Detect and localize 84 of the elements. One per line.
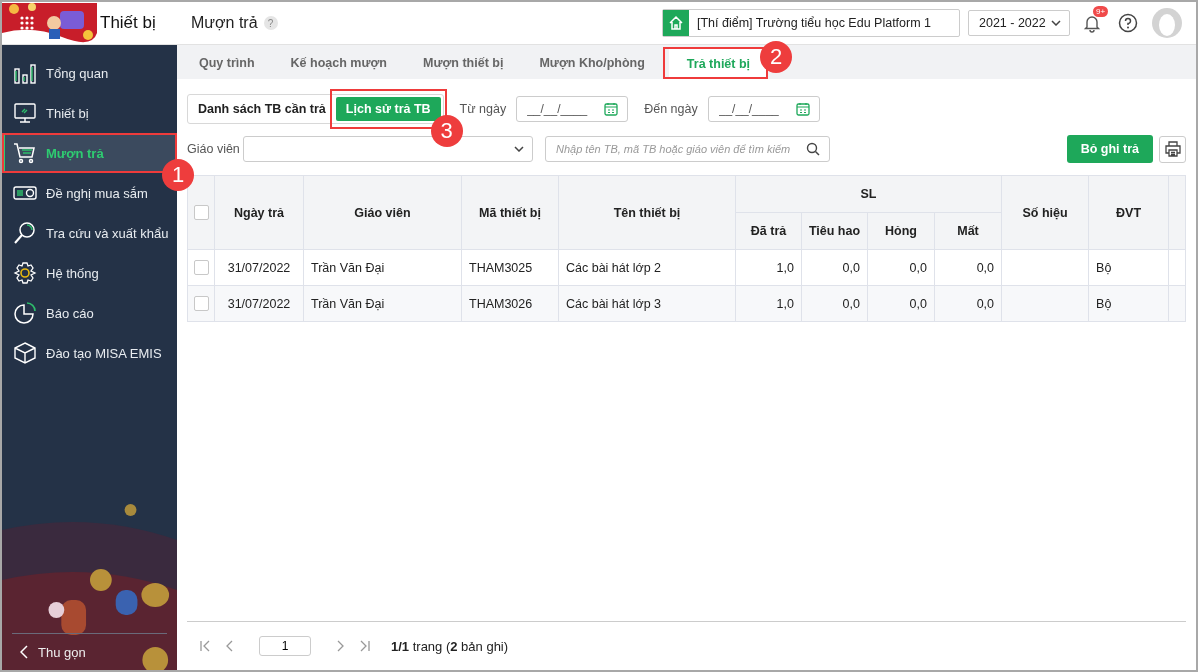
last-page-icon[interactable] — [359, 640, 371, 652]
table-cell: 1,0 — [735, 285, 802, 322]
column-header: Đã trả — [735, 212, 802, 250]
chevron-down-icon — [514, 146, 524, 152]
table-cell: 0,0 — [934, 249, 1002, 286]
step-number: 1 — [162, 159, 194, 191]
tab[interactable]: Mượn Kho/phòng — [521, 47, 663, 79]
sidebar-item[interactable]: Đào tạo MISA EMIS — [2, 333, 166, 373]
from-date-label: Từ ngày — [459, 102, 507, 116]
row-checkbox[interactable] — [193, 296, 209, 312]
column-header: Tiêu hao — [801, 212, 868, 250]
page-number-field[interactable]: 1 — [259, 636, 311, 656]
column-header: Số hiệu — [1001, 175, 1089, 250]
search-field[interactable]: Nhập tên TB, mã TB hoặc giáo viên để tìm kiếm — [545, 136, 830, 162]
school-icon — [668, 15, 684, 31]
cube-icon — [13, 341, 37, 365]
apps-grid-icon[interactable] — [19, 15, 35, 31]
teacher-select[interactable] — [243, 136, 533, 162]
bar-chart-icon — [13, 61, 37, 85]
table-cell: Các bài hát lớp 3 — [558, 285, 736, 322]
tab[interactable]: Kế hoạch mượn — [272, 47, 405, 79]
sidebar-item[interactable]: Tra cứu và xuất khẩu — [2, 213, 173, 253]
calendar-icon[interactable] — [604, 102, 619, 116]
help-icon[interactable] — [1118, 13, 1138, 33]
page-title: Mượn trả — [191, 14, 258, 32]
previous-page-icon[interactable] — [225, 640, 233, 652]
table-cell: THAM3026 — [461, 285, 559, 322]
column-header: Tên thiết bị — [558, 175, 736, 250]
to-date-field[interactable]: __/__/____ — [707, 96, 820, 122]
table-cell: 1,0 — [735, 249, 802, 286]
sidebar-item[interactable]: Báo cáo — [2, 293, 98, 333]
table-cell: Trần Văn Đại — [303, 285, 462, 322]
sidebar-item[interactable]: Hệ thống — [2, 253, 103, 293]
column-header: Hỏng — [867, 212, 935, 250]
sidebar-item[interactable]: Thiết bị — [2, 93, 93, 133]
table-cell: Bộ — [1088, 249, 1169, 286]
view-toggle-button[interactable]: Danh sách TB cần trả — [198, 97, 336, 121]
table-cell: 0,0 — [801, 285, 868, 322]
tab[interactable]: Quy trình — [181, 47, 273, 79]
bell-icon[interactable] — [1082, 13, 1102, 33]
to-date-label: Đến ngày — [644, 102, 698, 116]
sidebar-item[interactable]: Đề nghị mua sắm — [2, 173, 152, 213]
module-title: Thiết bị — [100, 13, 156, 33]
table-cell: Bộ — [1088, 285, 1169, 322]
magnifier-icon — [13, 221, 37, 245]
table-cell: 0,0 — [801, 249, 868, 286]
page-summary: 1/1 trang (2 bản ghi) — [391, 638, 509, 654]
cart-icon — [13, 141, 37, 165]
step-number: 2 — [760, 41, 793, 73]
table-cell: 0,0 — [867, 285, 935, 322]
table-cell: 0,0 — [867, 249, 935, 286]
column-header: Giáo viên — [303, 175, 462, 250]
table-cell: THAM3025 — [461, 249, 559, 286]
column-header: ĐVT — [1088, 175, 1169, 250]
notification-badge: 9+ — [1093, 6, 1109, 17]
table-cell: 0,0 — [934, 285, 1002, 322]
chevron-left-icon — [20, 645, 28, 659]
search-icon[interactable] — [806, 142, 820, 156]
column-header: Mất — [934, 212, 1002, 250]
column-header: Ngày trả — [214, 175, 304, 250]
column-header: SL — [735, 175, 1002, 213]
first-page-icon[interactable] — [199, 640, 211, 652]
school-selector[interactable]: [Thí điểm] Trường tiểu học Edu Platform 1 — [662, 9, 960, 37]
printer-icon — [1163, 140, 1182, 158]
tab[interactable]: Mượn thiết bị — [405, 47, 522, 79]
column-header: Mã thiết bị — [461, 175, 559, 250]
calendar-icon[interactable] — [795, 102, 810, 116]
select-all-checkbox[interactable] — [193, 205, 209, 221]
chevron-down-icon — [1051, 20, 1061, 26]
print-button[interactable] — [1159, 135, 1186, 163]
from-date-field[interactable]: __/__/____ — [516, 96, 629, 122]
table-cell: Các bài hát lớp 2 — [558, 249, 736, 286]
row-checkbox[interactable] — [193, 260, 209, 276]
monitor-icon — [13, 101, 37, 125]
gear-icon — [13, 261, 37, 285]
table-cell: Trần Văn Đại — [303, 249, 462, 286]
step-number: 3 — [430, 115, 463, 147]
sidebar-item[interactable]: Tổng quan — [2, 53, 113, 93]
pie-chart-icon — [13, 301, 37, 325]
next-page-icon[interactable] — [337, 640, 345, 652]
teacher-label: Giáo viên — [187, 142, 241, 156]
year-select[interactable]: 2021 - 2022 — [968, 10, 1070, 36]
table-cell: 31/07/2022 — [214, 249, 304, 286]
table-cell: 31/07/2022 — [214, 285, 304, 322]
